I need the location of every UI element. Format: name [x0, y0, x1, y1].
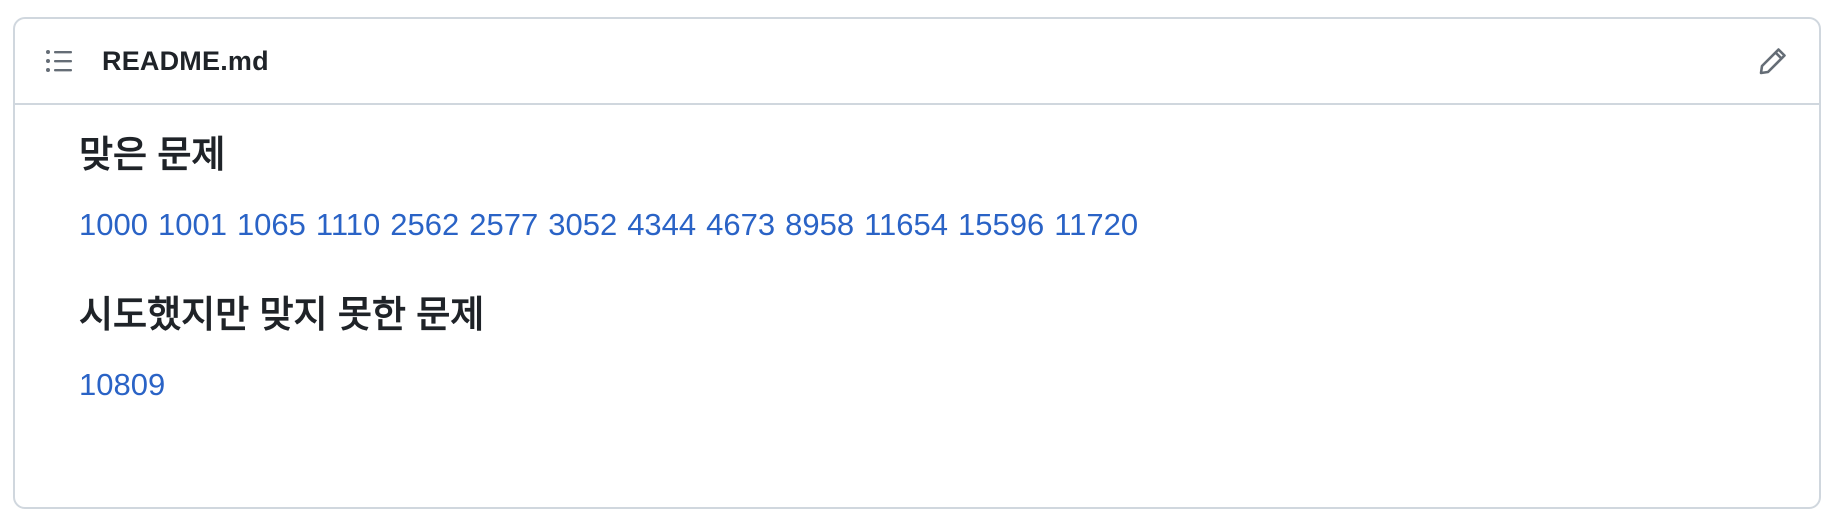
readme-content: 맞은 문제 1000 1001 1065 1110 2562 2577 3052 4344 46…	[15, 105, 1819, 405]
problem-link[interactable]: 11654	[864, 207, 948, 242]
attempted-problems-list: 10809	[79, 365, 1819, 405]
problem-link[interactable]: 1065	[237, 207, 306, 242]
solved-problems-list: 1000 1001 1065 1110 2562 2577 3052 4344 4673 8958…	[79, 205, 1819, 245]
file-name: README.md	[102, 45, 269, 76]
problem-link[interactable]: 15596	[958, 207, 1044, 242]
problem-link[interactable]: 4344	[627, 207, 696, 242]
readme-header: README.md	[15, 19, 1819, 105]
list-unordered-icon[interactable]	[41, 43, 77, 79]
problem-link[interactable]: 3052	[548, 207, 617, 242]
attempted-problems-heading: 시도했지만 맞지 못한 문제	[79, 294, 485, 335]
problem-link[interactable]: 4673	[706, 207, 775, 242]
readme-panel: README.md 맞은 문제 1000 1001 1065 1110 2562 2577…	[13, 17, 1821, 509]
problem-link[interactable]: 2562	[390, 207, 459, 242]
pencil-icon[interactable]	[1753, 41, 1793, 81]
problem-link[interactable]: 1000	[79, 207, 148, 242]
solved-problems-heading: 맞은 문제	[79, 134, 226, 175]
problem-link[interactable]: 11720	[1054, 207, 1138, 242]
problem-link[interactable]: 2577	[469, 207, 538, 242]
problem-link[interactable]: 1001	[158, 207, 227, 242]
problem-link[interactable]: 1110	[316, 207, 380, 242]
problem-link[interactable]: 10809	[79, 367, 165, 402]
problem-link[interactable]: 8958	[785, 207, 854, 242]
